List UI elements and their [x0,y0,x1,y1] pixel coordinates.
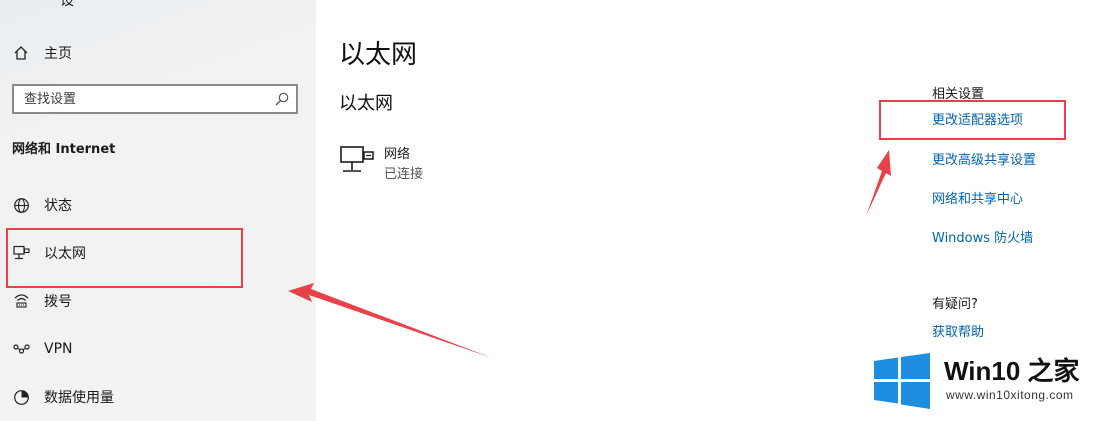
sidebar-item-home-label: 主页 [44,46,72,62]
network-status: 已连接 [384,167,424,182]
windows-logo-icon [874,353,930,409]
annotation-arrow-left [288,283,492,358]
vpn-icon [12,340,30,358]
page-title: 以太网 [339,40,418,70]
home-icon [12,44,30,62]
sidebar-item-status-label: 状态 [44,198,72,214]
sidebar-item-vpn-label: VPN [44,341,73,357]
network-connection-item[interactable]: 网络 已连接 [339,141,579,183]
data-usage-icon [12,388,30,406]
sidebar-item-dialup-label: 拨号 [44,294,72,310]
search-icon[interactable] [274,91,290,107]
search-input[interactable] [24,90,264,108]
watermark-url: www.win10xitong.com [946,388,1074,402]
back-item-partial[interactable]: 设 [60,0,74,10]
sidebar-item-data-usage[interactable]: 数据使用量 [0,377,316,417]
sidebar-item-home[interactable]: 主页 [0,33,316,73]
network-sharing-center-link[interactable]: 网络和共享中心 [932,188,1023,207]
dialup-icon [12,292,30,310]
annotation-box-ethernet [6,228,243,288]
get-help-link[interactable]: 获取帮助 [932,321,984,340]
annotation-box-adapter-options [879,100,1066,140]
watermark: Win10 之家 www.win10xitong.com [870,348,1098,414]
change-advanced-sharing-link[interactable]: 更改高级共享设置 [932,149,1036,168]
sidebar-item-data-usage-label: 数据使用量 [44,390,114,406]
annotation-arrow-up [866,150,891,216]
help-header: 有疑问? [932,297,978,312]
back-item-label: 设 [60,0,74,9]
sidebar-item-status[interactable]: 状态 [0,185,316,225]
windows-firewall-link[interactable]: Windows 防火墙 [932,227,1033,246]
watermark-brand: Win10 之家 [944,356,1080,386]
network-name: 网络 [384,147,411,162]
globe-icon [12,196,30,214]
sidebar: 设 主页 网络和 Internet 状态 [0,0,316,421]
section-subtitle: 以太网 [339,93,393,114]
ethernet-network-icon [340,146,374,172]
search-box[interactable] [12,84,298,114]
sidebar-item-vpn[interactable]: VPN [0,329,316,369]
section-title: 网络和 Internet [12,142,116,157]
